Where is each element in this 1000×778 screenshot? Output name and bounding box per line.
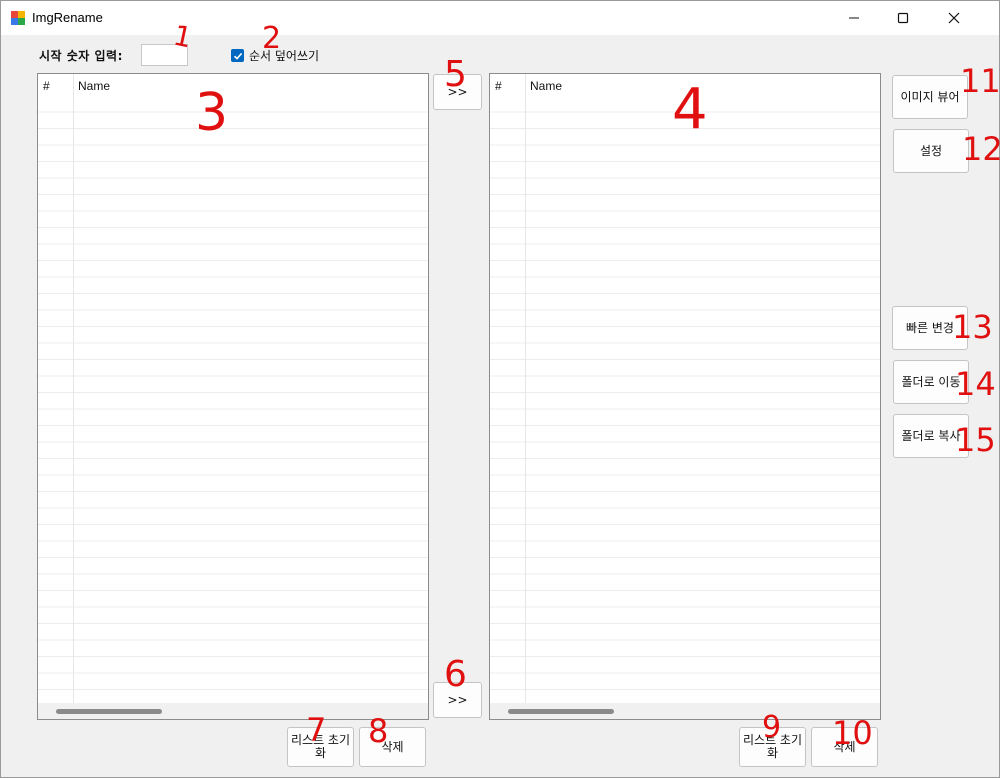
- left-list-header: # Name: [38, 74, 428, 96]
- right-delete-button[interactable]: 삭제: [811, 727, 878, 767]
- copy-to-folder-button[interactable]: 폴더로 복사: [893, 414, 969, 458]
- app-icon: [11, 11, 25, 25]
- left-reset-list-label: 리스트 초기화: [290, 733, 350, 760]
- quick-change-label: 빠른 변경: [906, 320, 954, 335]
- minimize-icon: [849, 17, 859, 19]
- right-list-header: # Name: [490, 74, 880, 96]
- copy-to-folder-label: 폴더로 복사: [901, 428, 961, 443]
- left-reset-list-button[interactable]: 리스트 초기화: [287, 727, 354, 767]
- left-scroll-thumb[interactable]: [56, 709, 162, 714]
- move-right-top-button[interactable]: >>: [433, 74, 482, 110]
- title-bar[interactable]: ImgRename: [1, 1, 999, 35]
- maximize-icon: [897, 12, 909, 24]
- right-column-name[interactable]: Name: [530, 79, 562, 93]
- move-right-top-label: >>: [447, 84, 468, 99]
- start-number-label: 시작 숫자 입력:: [39, 49, 123, 63]
- image-viewer-label: 이미지 뷰어: [900, 89, 960, 104]
- minimize-button[interactable]: [831, 1, 877, 35]
- image-viewer-button[interactable]: 이미지 뷰어: [892, 75, 968, 119]
- settings-button[interactable]: 설정: [893, 129, 969, 173]
- left-column-number[interactable]: #: [43, 79, 50, 93]
- right-horizontal-scrollbar[interactable]: [490, 703, 880, 719]
- left-horizontal-scrollbar[interactable]: [38, 703, 428, 719]
- left-list-rows[interactable]: [38, 96, 428, 703]
- start-number-input[interactable]: [141, 44, 188, 66]
- close-button[interactable]: [931, 1, 977, 35]
- right-column-number[interactable]: #: [495, 79, 502, 93]
- move-right-bottom-button[interactable]: >>: [433, 682, 482, 718]
- overwrite-order-checkbox[interactable]: [231, 49, 244, 62]
- app-window: ImgRename 시작 숫자 입력: 순서 덮어쓰기 # Name # Nam…: [0, 0, 1000, 778]
- quick-change-button[interactable]: 빠른 변경: [892, 306, 968, 350]
- left-file-list[interactable]: # Name: [37, 73, 429, 720]
- overwrite-order-label[interactable]: 순서 덮어쓰기: [249, 47, 319, 64]
- left-column-name[interactable]: Name: [78, 79, 110, 93]
- right-file-list[interactable]: # Name: [489, 73, 881, 720]
- move-to-folder-button[interactable]: 폴더로 이동: [893, 360, 969, 404]
- window-title: ImgRename: [32, 10, 103, 25]
- left-delete-button[interactable]: 삭제: [359, 727, 426, 767]
- right-reset-list-button[interactable]: 리스트 초기화: [739, 727, 806, 767]
- settings-label: 설정: [919, 143, 943, 158]
- right-delete-label: 삭제: [833, 739, 856, 754]
- left-delete-label: 삭제: [381, 739, 404, 754]
- right-list-rows[interactable]: [490, 96, 880, 703]
- right-scroll-thumb[interactable]: [508, 709, 614, 714]
- close-icon: [948, 12, 960, 24]
- right-reset-list-label: 리스트 초기화: [742, 733, 802, 760]
- checkmark-icon: [233, 52, 242, 60]
- maximize-button[interactable]: [880, 1, 926, 35]
- move-right-bottom-label: >>: [447, 692, 468, 707]
- move-to-folder-label: 폴더로 이동: [901, 374, 961, 389]
